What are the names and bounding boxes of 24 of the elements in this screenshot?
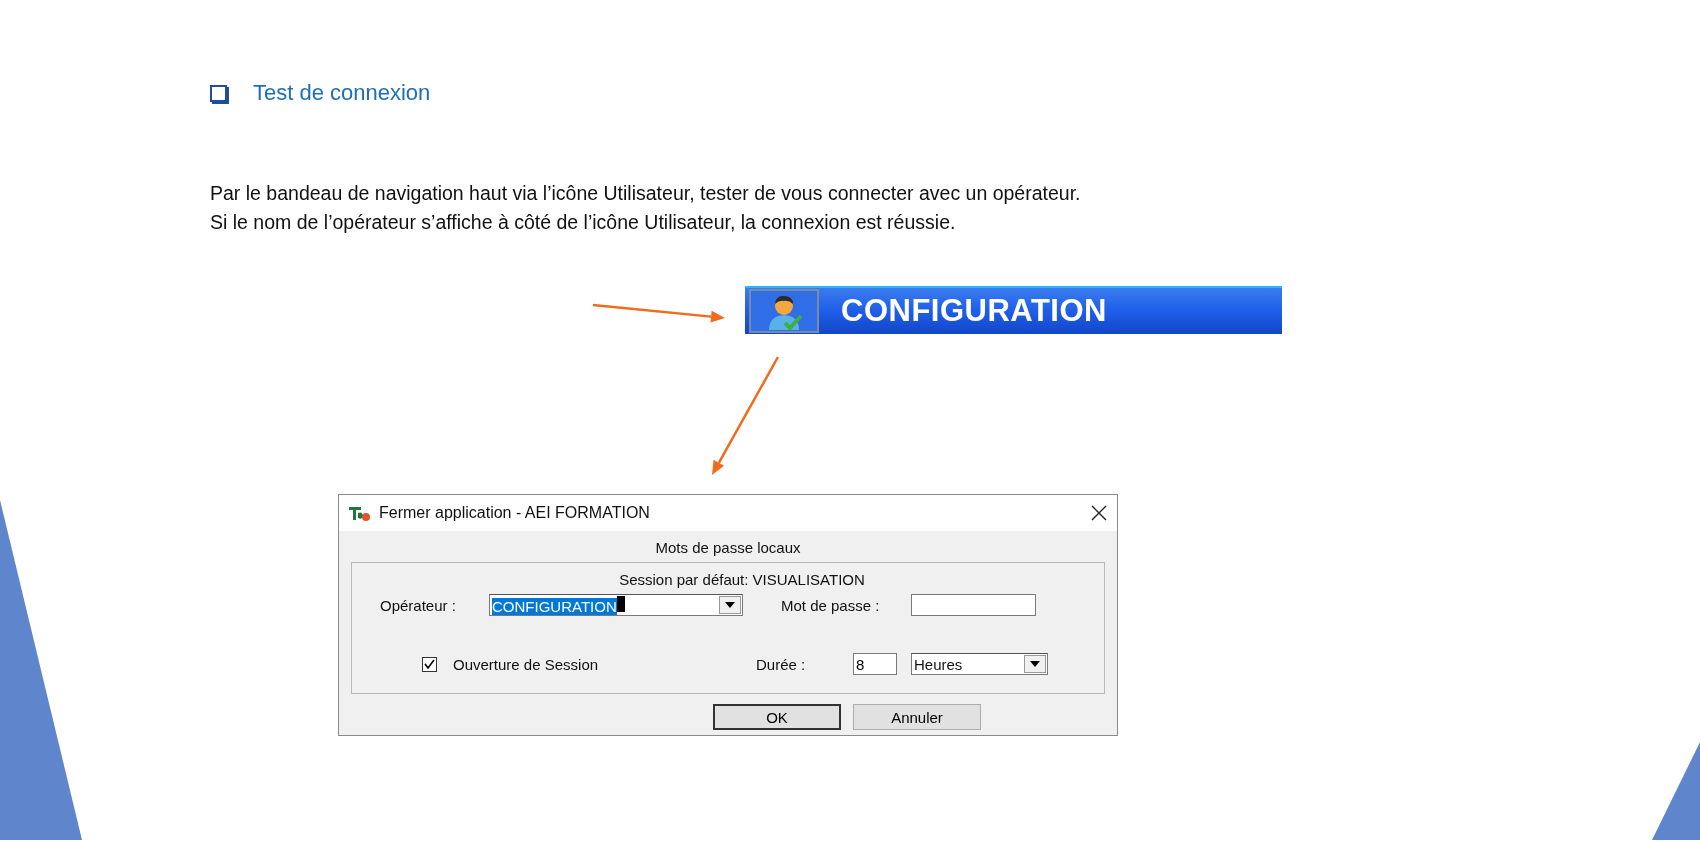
section-heading: Test de connexion [253, 80, 431, 106]
dialog-button[interactable]: Annuler [853, 704, 981, 730]
caret-icon [725, 602, 735, 608]
field-label: Durée : [756, 655, 807, 673]
window-title: Fermer application - AEI FORMATION [379, 504, 651, 522]
dialog-button[interactable]: OK [713, 704, 841, 730]
field-label: Mot de passe : [781, 596, 881, 614]
dialog-subtitle: Mots de passe locaux [655, 538, 801, 558]
field-label: Opérateur : [380, 596, 457, 614]
checkbox-label: Ouverture de Session [453, 655, 600, 673]
session-default-text: Session par défaut: VISUALISATION [619, 571, 865, 588]
duration-field[interactable]: 8 [853, 653, 897, 675]
instruction-text: Par le bandeau de navigation haut via l’icône Utilisateur, tester de vous connecter avec un opérateur. [210, 182, 1082, 205]
instruction-text: Si le nom de l’opérateur s’affiche à côté de l’icône Utilisateur, la connexion est réussie. [210, 211, 957, 234]
app-logo-icon [349, 505, 371, 521]
password-field[interactable] [911, 594, 1036, 616]
square-bullet-icon [210, 84, 227, 102]
caret-icon [1030, 661, 1040, 667]
operator-combobox[interactable]: CONFIGURATION [489, 594, 743, 616]
unit-combobox[interactable]: Heures [911, 653, 1048, 675]
checkbox[interactable] [422, 656, 437, 672]
operator-name: CONFIGURATION [841, 293, 1107, 329]
close-icon[interactable] [1091, 505, 1107, 521]
user-button[interactable] [749, 289, 819, 333]
